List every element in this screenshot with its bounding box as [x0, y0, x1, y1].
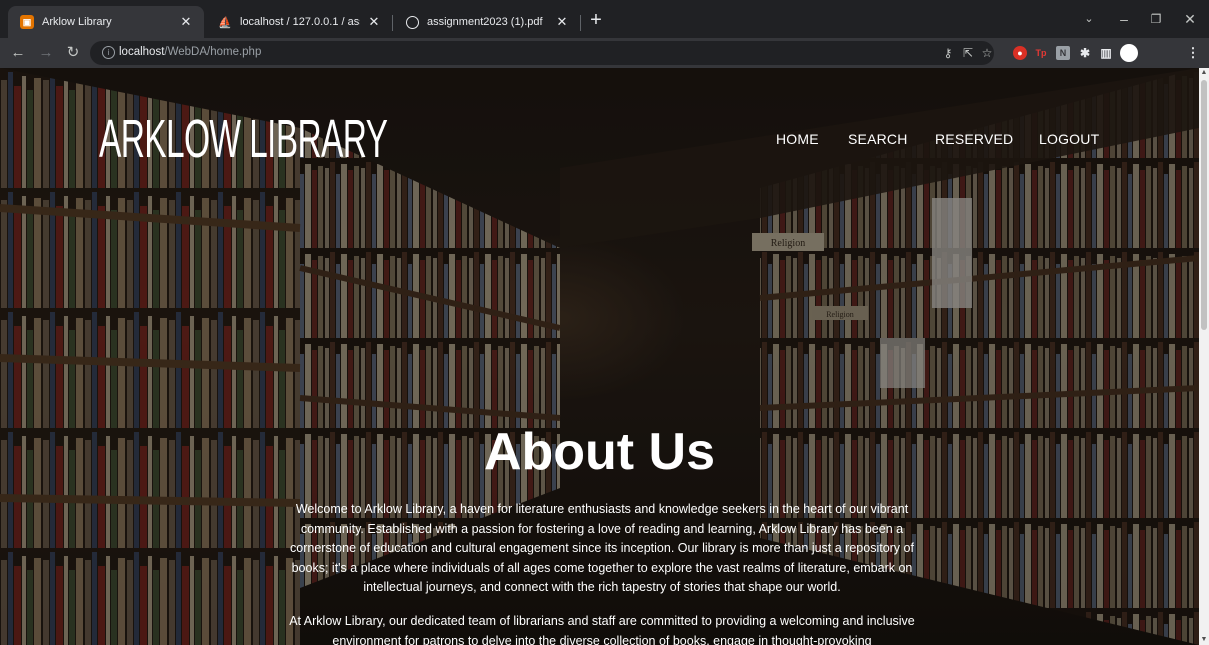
close-tab-icon[interactable]: ✕: [178, 14, 194, 30]
tab-title: localhost / 127.0.0.1 / assignme: [240, 16, 360, 28]
site-logo[interactable]: ARKLOW LIBRARY: [99, 108, 388, 170]
scroll-up-arrow-icon[interactable]: ▲: [1199, 68, 1209, 78]
key-icon[interactable]: ⚷: [940, 45, 956, 61]
tab-title: Arklow Library: [42, 16, 112, 28]
url-text[interactable]: localhost/WebDA/home.php: [119, 46, 261, 58]
tab-separator: [580, 15, 581, 31]
forward-button[interactable]: →: [36, 43, 56, 63]
tab-arklow-library[interactable]: ▣ Arklow Library ✕: [8, 6, 204, 38]
library-favicon: ▣: [20, 15, 34, 29]
nav-logout-link[interactable]: LOGOUT: [1039, 131, 1099, 147]
globe-icon: [406, 15, 419, 29]
tab-pdf[interactable]: assignment2023 (1).pdf ✕: [394, 6, 580, 38]
back-button[interactable]: ←: [8, 43, 28, 63]
scrollbar-thumb[interactable]: [1201, 80, 1207, 330]
page-viewport: Religion Religion ARKLOW LIBRARY HOME SE…: [0, 68, 1199, 645]
address-bar[interactable]: i localhost/WebDA/home.php ⚷ ⇱ ☆: [90, 41, 994, 65]
share-icon[interactable]: ⇱: [960, 45, 976, 61]
close-tab-icon[interactable]: ✕: [366, 14, 382, 30]
scroll-down-arrow-icon[interactable]: ▼: [1199, 635, 1209, 645]
tab-title: assignment2023 (1).pdf: [427, 16, 543, 28]
new-tab-button[interactable]: +: [585, 10, 607, 32]
extension-shield-icon[interactable]: ●: [1013, 46, 1027, 60]
side-panel-icon[interactable]: ▥: [1099, 46, 1113, 60]
menu-kebab-icon[interactable]: ⋮: [1186, 45, 1200, 60]
tab-separator: [392, 15, 393, 31]
page-scrollbar[interactable]: ▲ ▼: [1199, 68, 1209, 645]
reload-button[interactable]: ↻: [63, 43, 83, 63]
about-paragraph: At Arklow Library, our dedicated team of…: [289, 614, 915, 645]
extension-grey-icon[interactable]: N: [1056, 46, 1070, 60]
browser-toolbar: ← → ↻ i localhost/WebDA/home.php ⚷ ⇱ ☆ ●…: [0, 38, 1209, 68]
profile-avatar[interactable]: [1120, 44, 1138, 62]
nav-home-link[interactable]: HOME: [776, 131, 819, 147]
site-info-icon[interactable]: i: [102, 46, 115, 59]
phpmyadmin-favicon: ⛵: [218, 16, 232, 29]
close-window-button[interactable]: ✕: [1177, 8, 1203, 30]
minimize-button[interactable]: –: [1111, 8, 1137, 30]
tab-strip: ▣ Arklow Library ✕ ⛵ localhost / 127.0.0…: [0, 0, 1209, 38]
extensions-puzzle-icon[interactable]: ✱: [1078, 46, 1092, 60]
nav-search-link[interactable]: SEARCH: [848, 131, 908, 147]
tab-phpmyadmin[interactable]: ⛵ localhost / 127.0.0.1 / assignme ✕: [206, 6, 392, 38]
tab-search-icon[interactable]: ⌄: [1076, 8, 1102, 30]
nav-reserved-link[interactable]: RESERVED: [935, 131, 1013, 147]
about-paragraph: Welcome to Arklow Library, a haven for l…: [290, 502, 914, 594]
close-tab-icon[interactable]: ✕: [554, 14, 570, 30]
extension-tp-icon[interactable]: Tp: [1034, 46, 1048, 60]
about-heading: About Us: [483, 423, 716, 481]
restore-button[interactable]: ❐: [1143, 8, 1169, 30]
bookmark-star-icon[interactable]: ☆: [979, 45, 995, 61]
